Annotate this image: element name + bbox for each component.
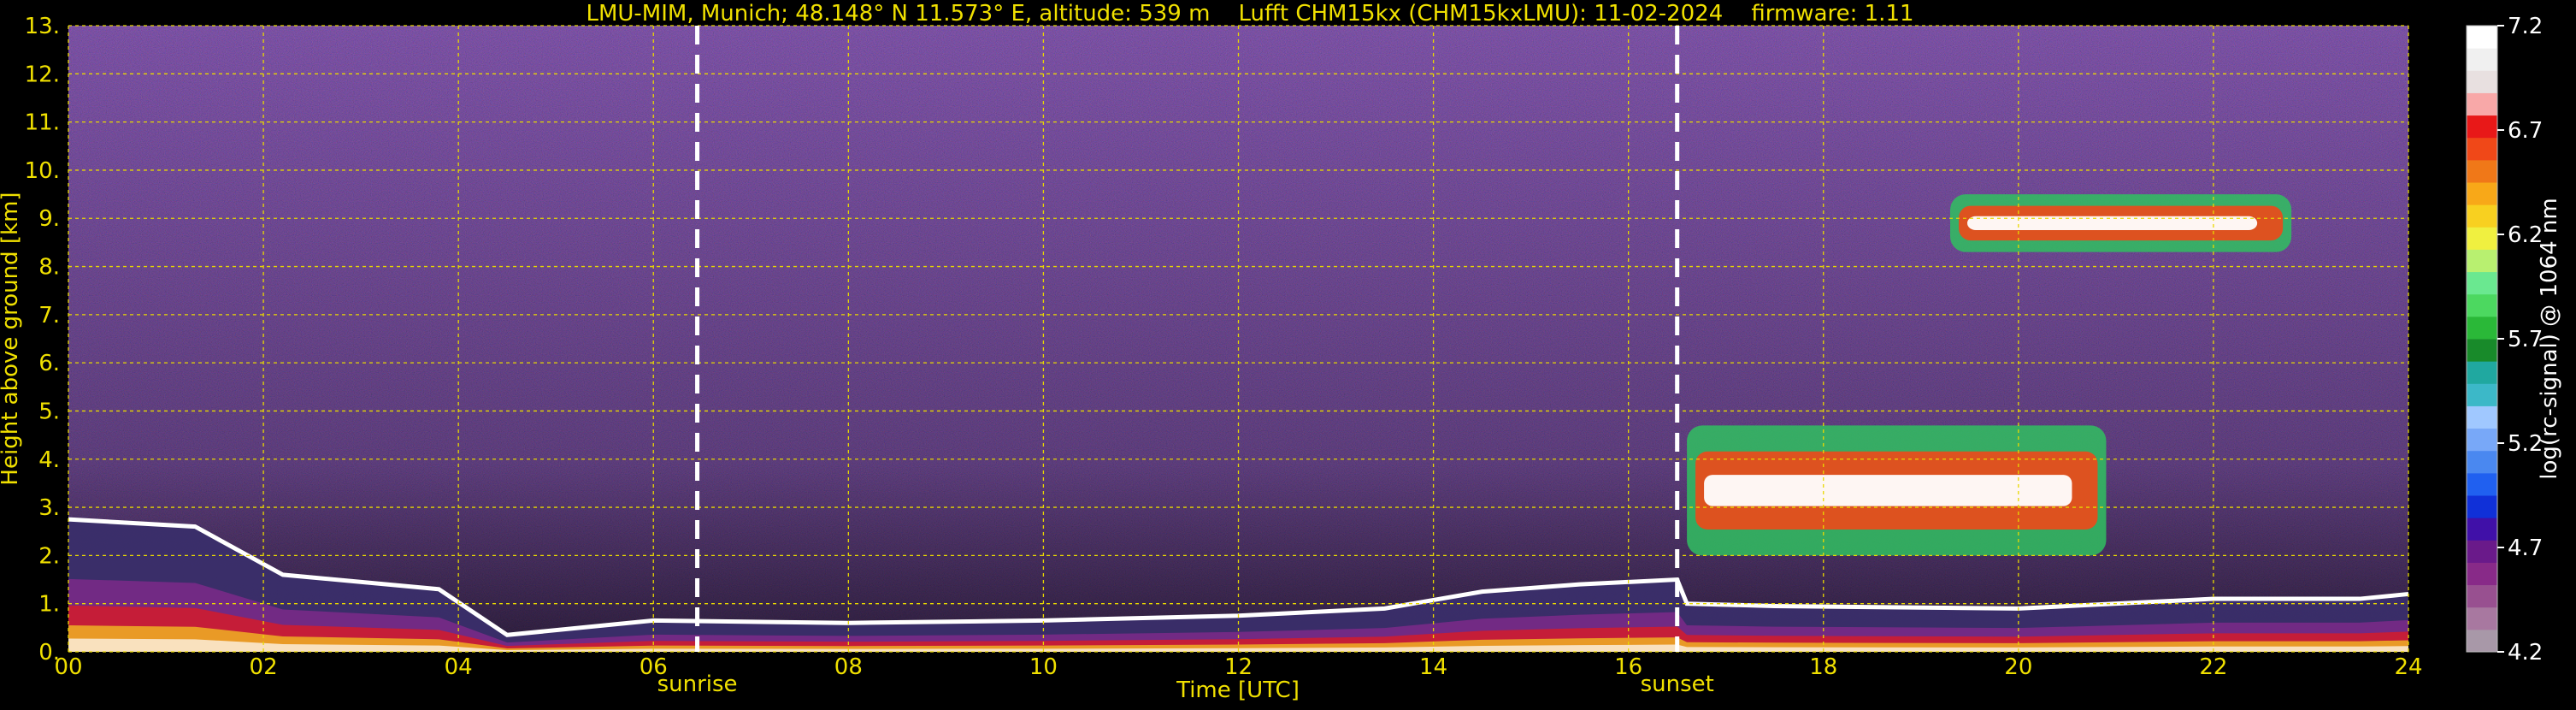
x-tick-label: 10 (1029, 654, 1058, 680)
y-tick-label: 2. (38, 543, 60, 569)
residual-layer-core (1704, 475, 2072, 506)
colorbar-segment (2467, 293, 2497, 317)
y-tick-label: 12. (25, 62, 60, 87)
y-tick-label: 10. (25, 158, 60, 184)
ceilometer-chart: LMU-MIM, Munich; 48.148° N 11.573° E, al… (0, 1, 2562, 703)
x-tick-label: 08 (834, 654, 863, 680)
y-tick-label: 3. (38, 495, 60, 521)
colorbar-segment (2467, 227, 2497, 250)
colorbar-segment (2467, 271, 2497, 295)
colorbar-tick-label: 7.2 (2508, 14, 2543, 39)
colorbar-segment (2467, 584, 2497, 608)
y-tick-label: 8. (38, 255, 60, 281)
colorbar-segment (2467, 450, 2497, 474)
x-tick-label: 16 (1614, 654, 1642, 680)
colorbar-segment (2467, 361, 2497, 384)
y-tick-label: 5. (38, 399, 60, 424)
colorbar-segment (2467, 316, 2497, 340)
colorbar-segment (2467, 48, 2497, 71)
colorbar-segment (2467, 518, 2497, 541)
colorbar-segment (2467, 495, 2497, 518)
noise-fade (68, 26, 2408, 652)
sunrise-label: sunrise (657, 672, 738, 697)
x-tick-label: 20 (2004, 654, 2032, 680)
x-tick-label: 18 (1809, 654, 1837, 680)
colorbar-segment (2467, 249, 2497, 273)
x-tick-label: 22 (2199, 654, 2227, 680)
colorbar-label: log(rc-signal) @ 1064 nm (2537, 198, 2562, 479)
colorbar-segment (2467, 26, 2497, 49)
colorbar-segment (2467, 472, 2497, 496)
x-tick-label: 00 (54, 654, 82, 680)
colorbar-segment (2467, 204, 2497, 228)
colorbar-segment (2467, 383, 2497, 406)
y-tick-label: 1. (38, 592, 60, 618)
plot-area (68, 25, 2409, 653)
colorbar-segment (2467, 428, 2497, 452)
y-tick-label: 11. (25, 110, 60, 136)
x-tick-label: 14 (1419, 654, 1447, 680)
colorbar-tick-label: 6.7 (2508, 118, 2543, 144)
colorbar-segment (2467, 606, 2497, 630)
y-tick-label: 4. (38, 447, 60, 473)
y-tick-label: 13. (25, 14, 60, 39)
ceilometer-figure: LMU-MIM, Munich; 48.148° N 11.573° E, al… (0, 0, 2576, 707)
colorbar-segment (2467, 70, 2497, 93)
x-tick-label: 04 (445, 654, 473, 680)
sunset-label: sunset (1641, 672, 1714, 697)
x-tick-labels: 00 02 04 06 08 10 12 14 16 18 20 22 24 (54, 654, 2422, 680)
colorbar-segment (2467, 92, 2497, 116)
colorbar-tick-label: 4.7 (2508, 535, 2543, 561)
y-tick-label: 6. (38, 351, 60, 376)
chart-title: LMU-MIM, Munich; 48.148° N 11.573° E, al… (586, 1, 1913, 27)
colorbar-segment (2467, 115, 2497, 139)
x-axis-label: Time [UTC] (1176, 677, 1300, 703)
colorbar-segment (2467, 405, 2497, 429)
colorbar-segment (2467, 137, 2497, 161)
colorbar: 7.26.76.25.75.24.74.2 (2466, 14, 2543, 666)
colorbar-tick-label: 4.2 (2508, 640, 2543, 666)
colorbar-segment (2467, 159, 2497, 183)
colorbar-segment (2467, 182, 2497, 205)
x-tick-label: 02 (250, 654, 278, 680)
colorbar-segment (2467, 562, 2497, 586)
y-tick-label: 7. (38, 303, 60, 328)
y-axis-label: Height above ground [km] (0, 192, 23, 485)
y-tick-label: 9. (38, 206, 60, 232)
colorbar-segment (2467, 339, 2497, 362)
x-tick-label: 12 (1224, 654, 1253, 680)
colorbar-segment (2467, 629, 2497, 653)
x-tick-label: 24 (2394, 654, 2422, 680)
colorbar-segment (2467, 540, 2497, 563)
y-tick-labels: 0.1.2.3.4.5.6.7.8.9.10.11.12.13. (25, 14, 60, 666)
